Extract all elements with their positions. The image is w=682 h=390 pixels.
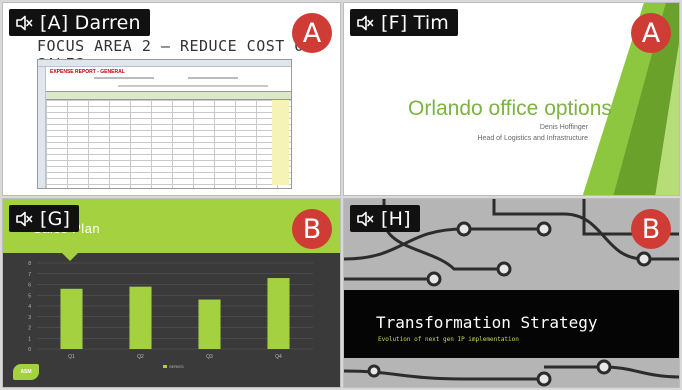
sheet-grid [46, 100, 291, 188]
y-tick-label: 8 [28, 261, 31, 267]
sheet-total-column [272, 100, 289, 185]
group-badge: A [631, 13, 671, 53]
participant-name: [G] [40, 207, 71, 230]
speaker-muted-icon[interactable] [15, 15, 33, 31]
presenter-name: Denis Hoffinger [539, 124, 588, 131]
sheet-field [118, 85, 268, 87]
sheet-header-band [46, 91, 291, 100]
expense-spreadsheet: EXPENSE REPORT - GENERAL [37, 59, 292, 189]
video-grid: [A] Darren A FOCUS AREA 2 — REDUCE COST … [0, 0, 682, 390]
x-tick-label: Q3 [206, 354, 213, 360]
participant-name: [H] [381, 207, 411, 230]
group-badge: B [631, 209, 671, 249]
x-tick-label: Q1 [68, 354, 75, 360]
presenter-role: Head of Logistics and Infrastructure [477, 135, 588, 142]
y-tick-label: 7 [28, 272, 31, 278]
participant-tile-h[interactable]: Transformation Strategy Evolution of nex… [343, 198, 680, 388]
y-tick-label: 1 [28, 336, 31, 342]
y-tick-label: 6 [28, 283, 31, 289]
participant-tile-g[interactable]: Sales Plan [G] B 012345678Q1Q2Q3Q4SERIES… [2, 198, 341, 388]
bar-q1 [60, 288, 83, 349]
participant-tile-f[interactable]: [F] Tim A Orlando office options Denis H… [343, 2, 680, 196]
participant-name: [F] Tim [381, 11, 450, 34]
speaker-muted-icon[interactable] [356, 211, 374, 227]
legend-swatch [163, 365, 167, 368]
bar-q4 [267, 278, 290, 349]
y-tick-label: 5 [28, 293, 31, 299]
sheet-field [94, 77, 154, 79]
sheet-title: EXPENSE REPORT - GENERAL [50, 69, 125, 75]
y-tick-label: 2 [28, 326, 31, 332]
participant-name: [A] Darren [40, 11, 141, 34]
participant-badge: [A] Darren [9, 9, 150, 36]
participant-tile-a[interactable]: [A] Darren A FOCUS AREA 2 — REDUCE COST … [2, 2, 341, 196]
slide-title: Orlando office options [408, 97, 612, 120]
legend-label: SERIES [169, 364, 184, 369]
x-tick-label: Q4 [275, 354, 282, 360]
company-logo: ASM [13, 364, 39, 380]
y-tick-label: 0 [28, 347, 31, 353]
participant-badge: [H] [350, 205, 420, 232]
group-badge: A [292, 13, 332, 53]
bar-q3 [198, 299, 221, 349]
speaker-muted-icon[interactable] [356, 15, 374, 31]
sheet-field [188, 77, 238, 79]
participant-badge: [G] [9, 205, 80, 232]
x-tick-label: Q2 [137, 354, 144, 360]
slide-title: Transformation Strategy [376, 313, 598, 332]
speaker-muted-icon[interactable] [15, 211, 33, 227]
y-tick-label: 4 [28, 304, 31, 310]
bar-q2 [129, 286, 152, 349]
sheet-row-header [38, 67, 46, 188]
y-tick-label: 3 [28, 315, 31, 321]
participant-badge: [F] Tim [350, 9, 459, 36]
group-badge: B [292, 209, 332, 249]
slide-subtitle: Evolution of next gen IP implementation [378, 336, 519, 343]
sales-bar-chart: 0 1 2 3 4 5 6 7 8 Q1 Q2 Q3 Q4 SERIES [28, 261, 313, 369]
sheet-column-header [38, 60, 291, 67]
